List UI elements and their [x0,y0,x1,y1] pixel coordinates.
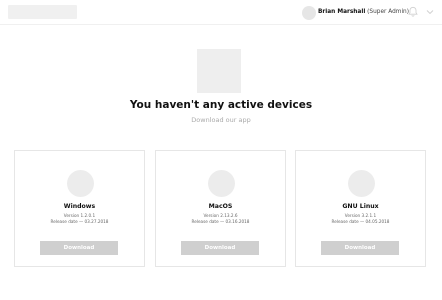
linux-logo-placeholder [348,170,375,197]
avatar[interactable] [302,6,316,20]
windows-logo-placeholder [67,170,94,197]
download-button-macos[interactable]: Download [181,241,259,255]
user-role: (Super Admin) [367,9,409,15]
macos-logo-placeholder [208,170,235,197]
page-subtitle: Download our app [191,116,251,124]
device-card-linux: GNU Linux Version 3.2.1.1 Release date —… [295,150,426,267]
top-bar: Brian Marshall (Super Admin) [0,0,442,25]
bell-icon[interactable] [407,6,419,18]
device-release-date: Release date — 03.27.2018 [50,219,109,224]
device-card-windows: Windows Version 1.2.0.1 Release date — 0… [14,150,145,267]
download-button-windows[interactable]: Download [40,241,118,255]
download-button-linux[interactable]: Download [321,241,399,255]
device-name: GNU Linux [342,203,379,210]
logo-placeholder[interactable] [8,5,77,19]
device-card-macos: MacOS Version 2.13.2.6 Release date — 03… [155,150,286,267]
device-name: MacOS [208,203,233,210]
user-name: Brian Marshall [318,9,366,15]
device-release-date: Release date — 04.05.2018 [331,219,390,224]
device-release-date: Release date — 03.16.2018 [191,219,250,224]
empty-state-illustration [197,49,241,93]
page-title: You haven't any active devices [129,99,313,111]
chevron-down-icon[interactable] [426,9,434,15]
user-menu[interactable]: Brian Marshall (Super Admin) [318,8,409,16]
device-name: Windows [63,203,96,210]
